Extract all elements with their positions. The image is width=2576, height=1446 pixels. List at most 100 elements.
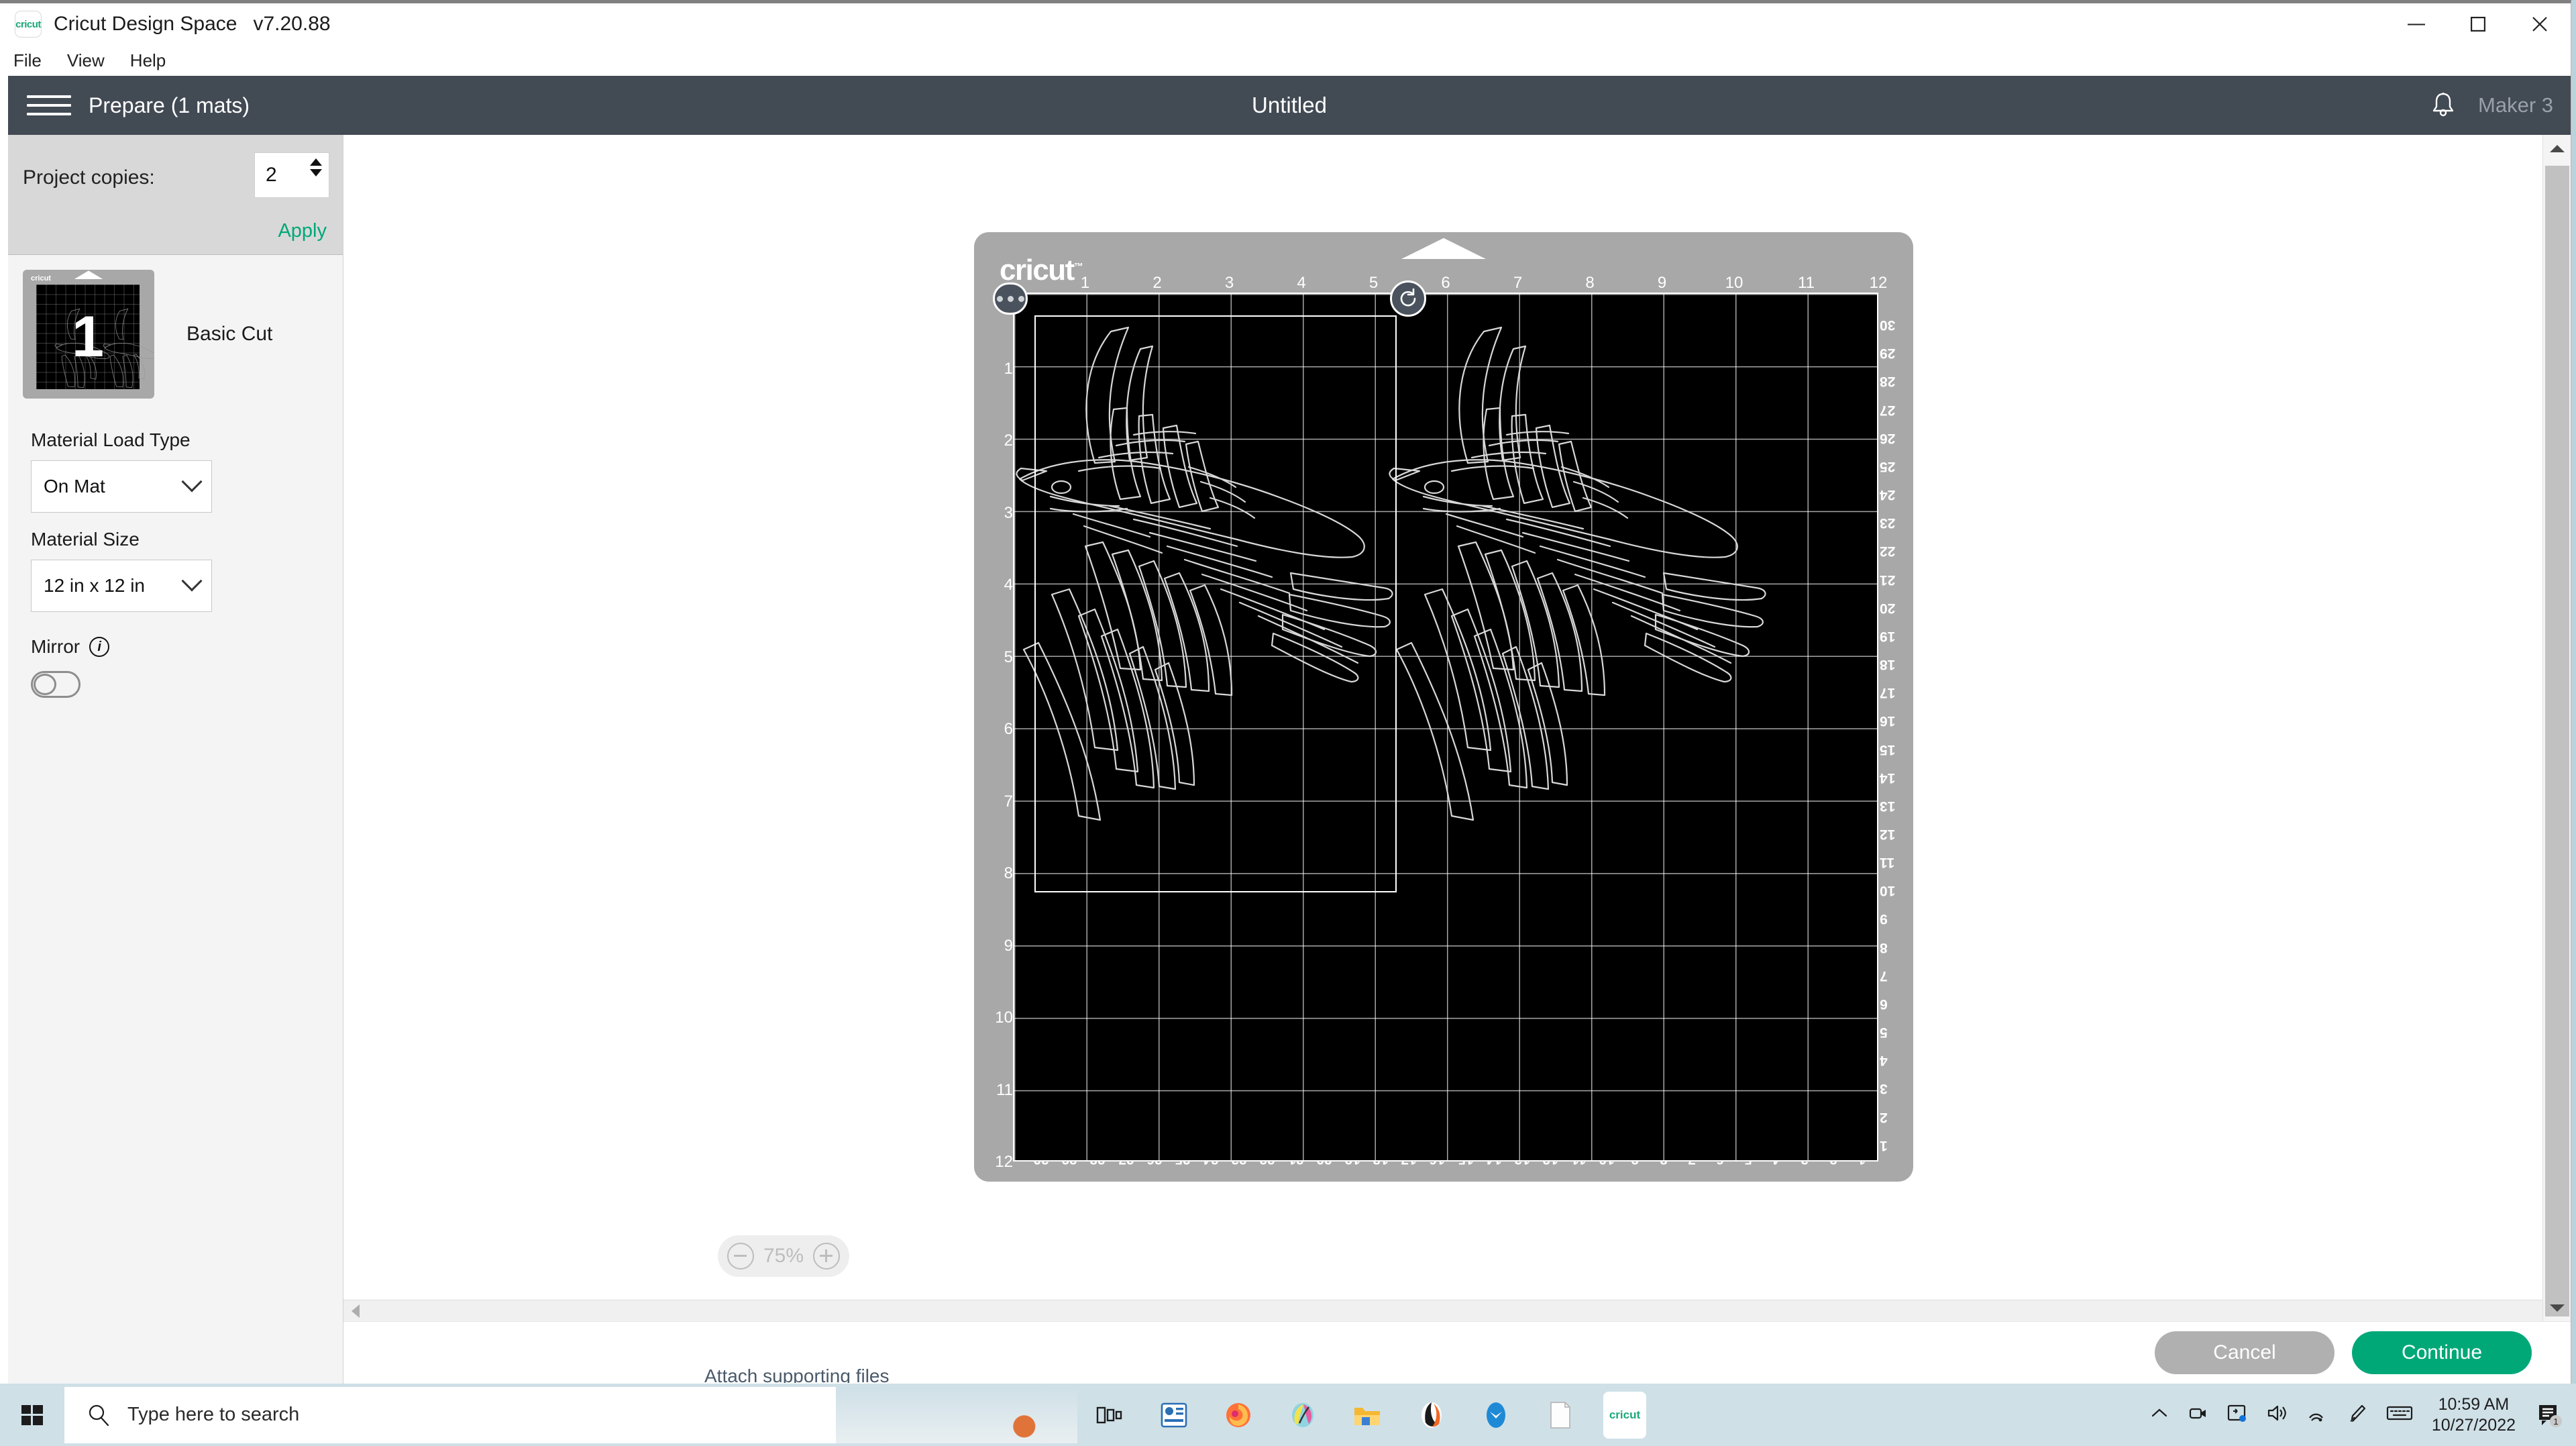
clock[interactable]: 10:59 AM 10/27/2022 bbox=[2432, 1394, 2516, 1435]
ruler-tick-cm: 12 bbox=[1880, 826, 1895, 842]
notification-center-icon[interactable]: 1 bbox=[2534, 1400, 2565, 1431]
ruler-tick-cm: 30 bbox=[1880, 317, 1895, 333]
mat-grid[interactable] bbox=[1013, 293, 1878, 1161]
keyboard-icon[interactable] bbox=[2386, 1404, 2413, 1426]
dropbox-icon[interactable] bbox=[1464, 1384, 1528, 1446]
chevron-down-icon bbox=[181, 570, 202, 591]
mirror-label: Mirror bbox=[31, 636, 80, 658]
document-icon[interactable] bbox=[1528, 1384, 1593, 1446]
scroll-up-arrow-icon[interactable] bbox=[2543, 135, 2571, 162]
app-title: Cricut Design Space bbox=[54, 13, 237, 36]
project-copies-row: Project copies: 2 bbox=[8, 135, 343, 220]
onedrive-sync-icon[interactable] bbox=[2226, 1403, 2248, 1427]
search-placeholder: Type here to search bbox=[127, 1404, 299, 1426]
menu-file[interactable]: File bbox=[13, 50, 42, 71]
artwork-bird-2[interactable] bbox=[1382, 307, 1771, 911]
horizontal-scrollbar[interactable] bbox=[343, 1300, 2557, 1321]
clock-time: 10:59 AM bbox=[2432, 1394, 2516, 1415]
ruler-tick-cm: 26 bbox=[1880, 430, 1895, 446]
task-view-icon[interactable] bbox=[1077, 1384, 1142, 1446]
ruler-tick: 1 bbox=[1081, 274, 1089, 293]
mat-thumb-grid: 1 bbox=[36, 285, 140, 389]
store-icon[interactable] bbox=[1142, 1384, 1206, 1446]
ruler-tick-cm: 23 bbox=[1880, 515, 1895, 531]
cricut-taskbar-logo: cricut bbox=[1603, 1392, 1646, 1439]
copies-increment-icon[interactable] bbox=[310, 158, 322, 166]
menu-help[interactable]: Help bbox=[130, 50, 166, 71]
ruler-tick-cm: 11 bbox=[1880, 854, 1894, 870]
mirror-label-row: Mirror i bbox=[31, 636, 320, 658]
mat-number-badge: 1 bbox=[36, 308, 140, 366]
mirror-toggle-knob bbox=[34, 674, 56, 695]
material-size-select[interactable]: 12 in x 12 in bbox=[31, 560, 212, 612]
ruler-tick-cm: 5 bbox=[1880, 1024, 1888, 1040]
paint-icon[interactable] bbox=[1271, 1384, 1335, 1446]
scroll-left-arrow-icon[interactable] bbox=[352, 1304, 360, 1318]
menu-bar: File View Help bbox=[0, 45, 2571, 76]
menu-view[interactable]: View bbox=[67, 50, 105, 71]
app-logo-icon: cricut bbox=[15, 11, 42, 38]
vertical-scrollbar[interactable] bbox=[2542, 135, 2571, 1321]
mat-thumbnail[interactable]: cricut bbox=[23, 270, 154, 399]
vertical-scrollbar-thumb[interactable] bbox=[2545, 166, 2569, 1316]
project-name[interactable]: Untitled bbox=[8, 93, 2571, 118]
minimize-button[interactable] bbox=[2385, 3, 2447, 45]
mat-preview-row[interactable]: cricut bbox=[8, 255, 343, 413]
material-load-type-field: Material Load Type On Mat bbox=[8, 429, 343, 513]
cutting-mat[interactable]: cricut™ 123456789101112 123456789101112 … bbox=[974, 232, 1913, 1182]
zoom-control[interactable]: 75% bbox=[718, 1235, 849, 1277]
mirror-toggle[interactable] bbox=[31, 671, 80, 698]
ruler-tick: 12 bbox=[1870, 274, 1888, 293]
firefox-icon[interactable] bbox=[1206, 1384, 1271, 1446]
app-header: Prepare (1 mats) Untitled Maker 3 bbox=[8, 76, 2571, 135]
mat-thumb-brand: cricut bbox=[31, 274, 51, 282]
camera-icon[interactable] bbox=[2188, 1403, 2208, 1427]
project-copies-value[interactable]: 2 bbox=[266, 164, 277, 187]
network-icon[interactable] bbox=[2307, 1403, 2328, 1427]
ruler-tick: 5 bbox=[1369, 274, 1378, 293]
search-input[interactable]: Type here to search bbox=[64, 1387, 1077, 1443]
ruler-tick-cm: 16 bbox=[1880, 713, 1895, 729]
ruler-tick-cm: 28 bbox=[1880, 373, 1895, 389]
zoom-out-icon[interactable] bbox=[727, 1243, 754, 1270]
ruler-tick-cm: 13 bbox=[1880, 798, 1895, 814]
zoom-in-icon[interactable] bbox=[813, 1243, 840, 1270]
cancel-button[interactable]: Cancel bbox=[2155, 1331, 2334, 1374]
scroll-down-arrow-icon[interactable] bbox=[2543, 1294, 2571, 1321]
apply-button[interactable]: Apply bbox=[278, 220, 327, 242]
copies-spinner[interactable] bbox=[310, 158, 322, 176]
material-size-value: 12 in x 12 in bbox=[44, 575, 145, 597]
bell-icon[interactable] bbox=[2431, 91, 2455, 120]
browser-icon[interactable] bbox=[1399, 1384, 1464, 1446]
cricut-icon[interactable]: cricut bbox=[1593, 1384, 1657, 1446]
ruler-tick: 3 bbox=[1225, 274, 1234, 293]
info-icon[interactable]: i bbox=[89, 637, 109, 657]
close-button[interactable] bbox=[2509, 3, 2571, 45]
maximize-button[interactable] bbox=[2447, 3, 2509, 45]
volume-icon[interactable] bbox=[2267, 1403, 2288, 1427]
ruler-tick-cm: 17 bbox=[1880, 684, 1895, 701]
material-load-type-value: On Mat bbox=[44, 476, 105, 497]
windows-start-icon[interactable] bbox=[0, 1404, 64, 1427]
continue-button[interactable]: Continue bbox=[2352, 1331, 2532, 1374]
svg-text:1: 1 bbox=[2553, 1416, 2558, 1427]
ellipsis-icon[interactable] bbox=[993, 282, 1028, 315]
pen-icon[interactable] bbox=[2347, 1403, 2367, 1427]
ruler-tick-cm: 4 bbox=[1880, 1052, 1888, 1068]
machine-label[interactable]: Maker 3 bbox=[2478, 93, 2553, 117]
mat-thumb-tab-shape bbox=[70, 270, 107, 279]
app-version: v7.20.88 bbox=[253, 13, 330, 36]
rotate-icon[interactable] bbox=[1390, 280, 1426, 317]
background-window-text[interactable]: Attach supporting files bbox=[704, 1365, 1308, 1383]
material-load-type-select[interactable]: On Mat bbox=[31, 460, 212, 513]
show-hidden-icons-chevron[interactable] bbox=[2150, 1406, 2169, 1423]
selection-bounding-box[interactable] bbox=[1034, 315, 1397, 892]
ruler-tick: 8 bbox=[1585, 274, 1594, 293]
mat-tab-shape bbox=[1393, 232, 1494, 259]
material-size-label: Material Size bbox=[31, 529, 320, 550]
file-explorer-icon[interactable] bbox=[1335, 1384, 1399, 1446]
canvas-area[interactable]: cricut™ 123456789101112 123456789101112 … bbox=[343, 135, 2571, 1321]
copies-decrement-icon[interactable] bbox=[310, 169, 322, 176]
ruler-tick-cm: 25 bbox=[1880, 458, 1895, 474]
project-copies-stepper[interactable]: 2 bbox=[254, 152, 329, 198]
